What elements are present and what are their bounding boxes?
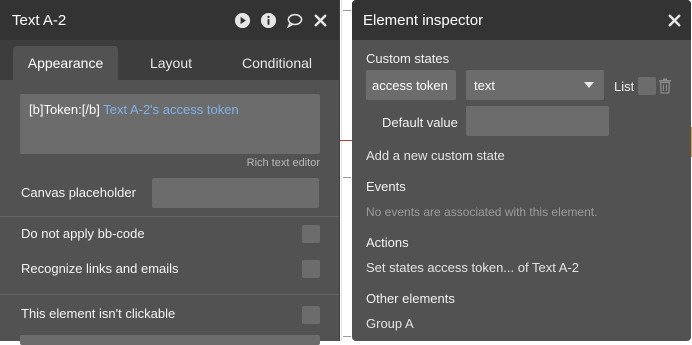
bbcode-text: [b]Token:[/b] <box>29 102 100 117</box>
state-type-value: text <box>474 77 495 93</box>
canvas-dash <box>343 336 351 337</box>
comment-icon[interactable] <box>286 12 303 29</box>
inspector-title: Element inspector <box>363 11 484 29</box>
tab-conditional[interactable]: Conditional <box>228 46 326 80</box>
canvas-dash <box>343 10 351 11</box>
inspector-header: Element inspector <box>352 0 691 40</box>
recognize-links-checkbox[interactable] <box>302 260 320 278</box>
tab-appearance[interactable]: Appearance <box>13 46 118 80</box>
action-item[interactable]: Set states access token... of Text A-2 <box>366 260 579 275</box>
canvas-placeholder-input[interactable] <box>152 178 319 208</box>
canvas-dash <box>343 177 351 178</box>
events-empty-text: No events are associated with this eleme… <box>366 205 598 219</box>
tab-layout[interactable]: Layout <box>128 46 214 80</box>
list-label: List <box>614 79 635 94</box>
property-editor-header: Text A-2 <box>0 0 339 40</box>
other-elements-heading: Other elements <box>366 291 455 306</box>
canvas-placeholder-label: Canvas placeholder <box>21 185 136 200</box>
add-custom-state-link[interactable]: Add a new custom state <box>366 148 505 163</box>
play-icon[interactable] <box>234 12 251 29</box>
default-value-label: Default value <box>382 115 458 130</box>
state-type-dropdown[interactable]: text <box>466 70 604 100</box>
default-value-input[interactable] <box>466 106 609 136</box>
next-field[interactable] <box>20 335 320 345</box>
actions-heading: Actions <box>366 235 409 250</box>
close-icon[interactable] <box>666 12 683 29</box>
not-clickable-checkbox[interactable] <box>302 306 320 324</box>
canvas-guide <box>341 0 342 341</box>
other-element-item[interactable]: Group A <box>366 316 414 331</box>
state-name-value: access token <box>372 77 448 93</box>
custom-states-heading: Custom states <box>366 51 450 66</box>
info-icon[interactable] <box>260 12 277 29</box>
divider <box>0 216 339 217</box>
element-inspector: Element inspector Custom states access t… <box>352 0 691 341</box>
canvas-selection-line <box>340 140 352 141</box>
rich-text-input[interactable]: [b]Token:[/b] Text A-2's access token <box>20 94 320 154</box>
state-name-input[interactable]: access token <box>366 70 456 100</box>
option-label: Recognize links and emails <box>21 261 179 276</box>
chevron-down-icon <box>584 82 594 88</box>
bbcode-checkbox[interactable] <box>302 225 320 243</box>
property-editor: Text A-2 Appearance Layout Conditional [… <box>0 0 340 345</box>
element-title: Text A-2 <box>12 11 67 29</box>
divider <box>0 294 339 295</box>
events-heading: Events <box>366 179 406 194</box>
rich-text-editor-link[interactable]: Rich text editor <box>247 157 320 169</box>
property-tabs: Appearance Layout Conditional <box>0 40 339 80</box>
dynamic-expression[interactable]: Text A-2's access token <box>103 102 238 117</box>
option-label: Do not apply bb-code <box>21 226 145 241</box>
list-checkbox[interactable] <box>638 77 656 95</box>
trash-icon[interactable] <box>658 78 672 94</box>
option-label: This element isn't clickable <box>21 306 176 321</box>
close-icon[interactable] <box>312 12 329 29</box>
